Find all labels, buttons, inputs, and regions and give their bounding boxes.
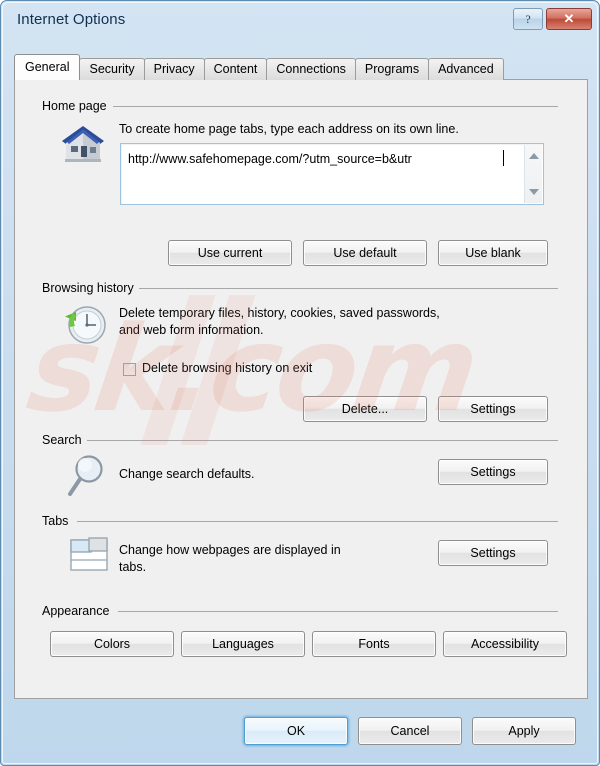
tabs-group-rule xyxy=(77,521,558,522)
close-icon[interactable]: ✕ xyxy=(546,8,592,30)
search-group-rule xyxy=(87,440,558,441)
window-title: Internet Options xyxy=(17,11,126,28)
fonts-button[interactable]: Fonts xyxy=(312,631,436,657)
accessibility-button[interactable]: Accessibility xyxy=(443,631,567,657)
use-current-button[interactable]: Use current xyxy=(168,240,292,266)
home-page-group-label: Home page xyxy=(42,99,107,113)
history-clock-icon xyxy=(60,302,110,353)
general-tab-panel: Home page To create home page tabs, type… xyxy=(14,79,588,699)
use-blank-button[interactable]: Use blank xyxy=(438,240,548,266)
home-page-url-input[interactable]: http://www.safehomepage.com/?utm_source=… xyxy=(120,143,544,205)
scroll-up-arrow-icon[interactable] xyxy=(529,153,539,159)
house-icon xyxy=(59,120,107,169)
tab-content[interactable]: Content xyxy=(203,58,268,80)
home-page-url-scrollbar[interactable] xyxy=(524,145,542,203)
browsing-history-settings-button[interactable]: Settings xyxy=(438,396,548,422)
title-bar[interactable]: Internet Options ? ✕ xyxy=(3,3,599,39)
ok-button[interactable]: OK xyxy=(244,717,348,745)
window-control-buttons: ? ✕ xyxy=(513,8,592,30)
delete-browsing-history-checkbox[interactable] xyxy=(123,363,136,376)
browsing-history-description-line2: and web form information. xyxy=(119,323,264,337)
cancel-button[interactable]: Cancel xyxy=(358,717,462,745)
tab-connections[interactable]: Connections xyxy=(266,58,356,80)
help-icon[interactable]: ? xyxy=(513,8,543,30)
colors-button[interactable]: Colors xyxy=(50,631,174,657)
tabs-description-line1: Change how webpages are displayed in xyxy=(119,543,341,557)
scroll-down-arrow-icon[interactable] xyxy=(529,189,539,195)
appearance-group-label: Appearance xyxy=(42,604,110,618)
tabs-icon xyxy=(67,532,113,581)
text-caret xyxy=(503,150,504,166)
magnifier-icon xyxy=(65,452,111,503)
browsing-history-description-line1: Delete temporary files, history, cookies… xyxy=(119,306,440,320)
tab-security[interactable]: Security xyxy=(79,58,145,80)
tab-general[interactable]: General xyxy=(14,54,81,80)
search-group-label: Search xyxy=(42,433,82,447)
search-settings-button[interactable]: Settings xyxy=(438,459,548,485)
delete-browsing-history-checkbox-label: Delete browsing history on exit xyxy=(142,361,313,375)
tab-programs[interactable]: Programs xyxy=(354,58,430,80)
use-default-button[interactable]: Use default xyxy=(303,240,427,266)
tabs-description-line2: tabs. xyxy=(119,560,147,574)
home-page-description: To create home page tabs, type each addr… xyxy=(119,122,459,136)
languages-button[interactable]: Languages xyxy=(181,631,305,657)
tab-strip: General Security Privacy Content Connect… xyxy=(14,54,504,80)
internet-options-dialog: Internet Options ? ✕ General Security Pr… xyxy=(0,0,600,766)
delete-history-button[interactable]: Delete... xyxy=(303,396,427,422)
tabs-settings-button[interactable]: Settings xyxy=(438,540,548,566)
home-page-group-rule xyxy=(113,106,558,107)
tab-privacy[interactable]: Privacy xyxy=(143,58,205,80)
appearance-group-rule xyxy=(118,611,558,612)
search-description: Change search defaults. xyxy=(119,467,255,481)
home-page-url-value: http://www.safehomepage.com/?utm_source=… xyxy=(128,152,412,166)
tabs-group-label: Tabs xyxy=(42,514,69,528)
apply-button[interactable]: Apply xyxy=(472,717,576,745)
tab-advanced[interactable]: Advanced xyxy=(428,58,504,80)
browsing-history-group-rule xyxy=(139,288,558,289)
browsing-history-group-label: Browsing history xyxy=(42,281,134,295)
